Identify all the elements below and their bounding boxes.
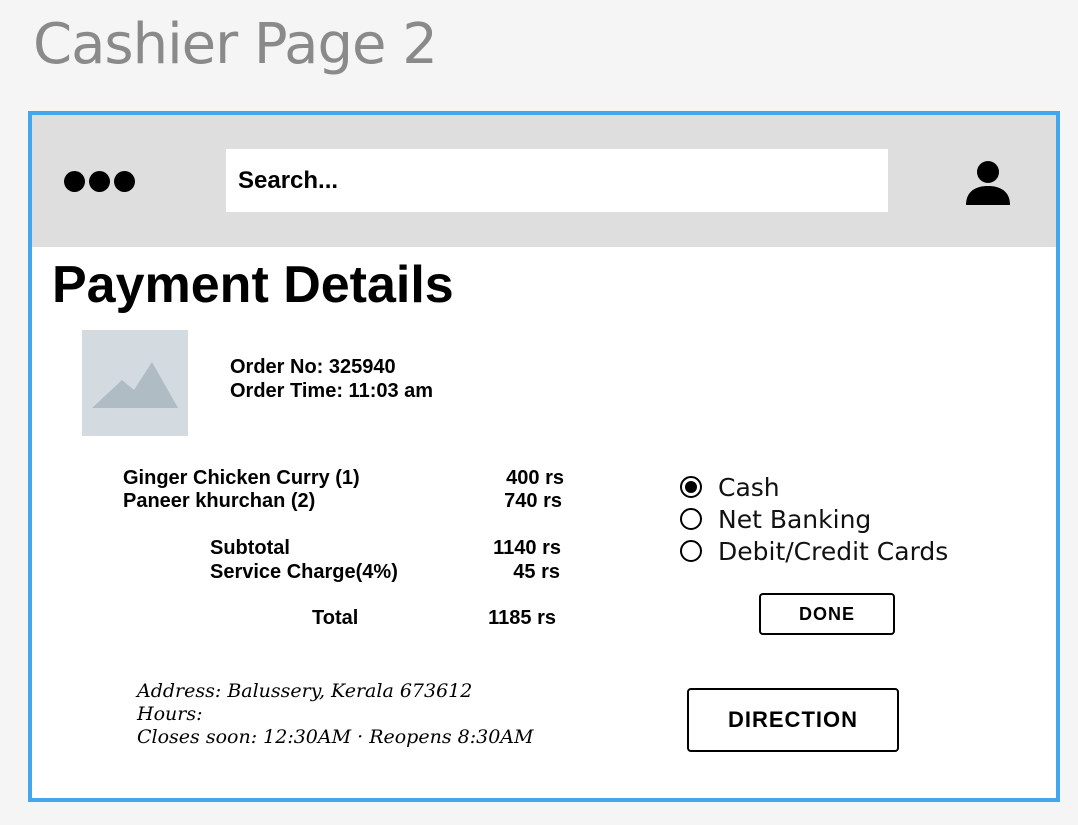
dot [114,171,135,192]
order-time: Order Time: 11:03 am [230,380,434,402]
subtotal-value: 1140 rs [493,537,561,559]
dot [64,171,85,192]
payment-option-net-banking[interactable]: Net Banking [680,503,948,535]
payment-option-cash[interactable]: Cash [680,471,948,503]
order-item-name: Ginger Chicken Curry (1) [123,467,360,489]
payment-option-label: Debit/Credit Cards [718,536,949,566]
order-item-price: 400 rs [506,467,564,489]
total-value: 1185 rs [488,607,556,629]
search-input[interactable] [226,149,888,212]
radio-button-selected[interactable] [680,476,702,498]
order-number: Order No: 325940 [230,356,396,378]
radio-button[interactable] [680,540,702,562]
payment-option-label: Net Banking [718,504,872,534]
order-item-name: Paneer khurchan (2) [123,490,316,512]
payment-option-cards[interactable]: Debit/Credit Cards [680,535,948,567]
done-button[interactable]: DONE [759,593,895,635]
radio-button[interactable] [680,508,702,530]
direction-button[interactable]: DIRECTION [687,688,899,752]
page-title: Cashier Page 2 [33,12,438,77]
payment-option-label: Cash [718,472,780,502]
service-charge-value: 45 rs [513,561,560,583]
hours-label: Hours: [137,703,203,725]
user-icon[interactable] [964,159,1012,207]
more-dots-icon[interactable] [64,171,135,192]
subtotal-label: Subtotal [210,537,290,559]
app-frame: Payment Details Order No: 325940 Order T… [28,111,1060,802]
top-bar [32,115,1056,247]
image-placeholder-icon [82,330,188,436]
store-info: Address: Balussery, Kerala 673612 Hours:… [137,680,533,749]
order-item-price: 740 rs [504,490,562,512]
payment-details-heading: Payment Details [52,256,454,314]
address-text: Address: Balussery, Kerala 673612 [137,680,473,702]
payment-method-group: Cash Net Banking Debit/Credit Cards [680,471,948,567]
order-info: Order No: 325940 Order Time: 11:03 am [230,355,433,403]
total-label: Total [312,607,359,629]
service-charge-label: Service Charge(4%) [210,561,398,583]
hours-text: Closes soon: 12:30AM · Reopens 8:30AM [137,726,534,748]
dot [89,171,110,192]
